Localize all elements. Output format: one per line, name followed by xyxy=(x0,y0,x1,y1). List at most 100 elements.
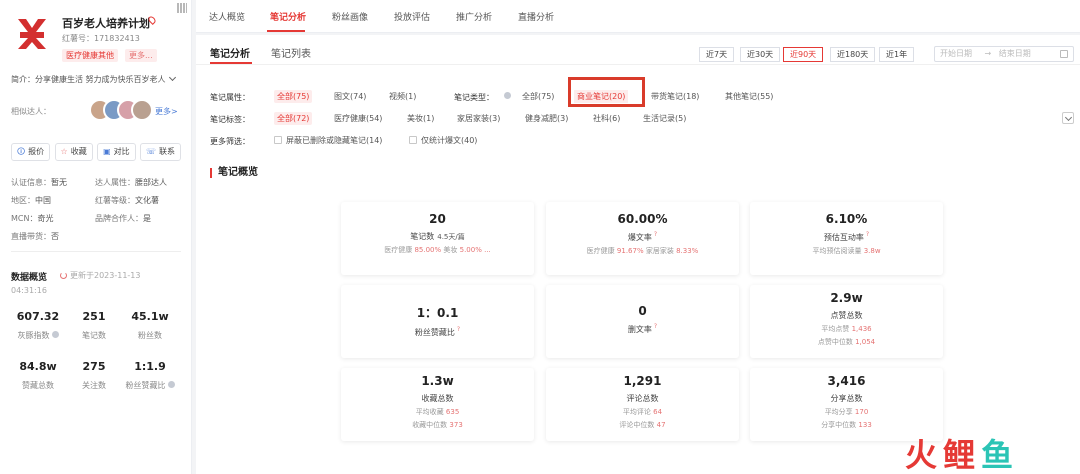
info-attribute: 达人属性：腰部达人 xyxy=(95,178,167,187)
sidebar: 百岁老人培养计划 红薯号：171832413 医疗健康其他 更多... 简介：分… xyxy=(0,0,192,474)
tag-option-health[interactable]: 医疗健康(54) xyxy=(334,112,382,125)
tag-option-beauty[interactable]: 美妆(1) xyxy=(407,112,434,125)
tag-option-life[interactable]: 生活记录(5) xyxy=(643,112,686,125)
attr-option-all[interactable]: 全部(75) xyxy=(274,90,313,103)
red-id: 红薯号：171832413 xyxy=(62,34,140,43)
type-option-goods[interactable]: 带货笔记(18) xyxy=(651,90,699,103)
refresh-icon[interactable] xyxy=(60,272,67,279)
checkbox-icon[interactable] xyxy=(274,136,282,144)
subtab-note-list[interactable]: 笔记列表 xyxy=(271,45,311,60)
qr-code-icon[interactable] xyxy=(177,3,187,13)
tag-option-all[interactable]: 全部(72) xyxy=(274,112,313,125)
checkbox-label: 仅统计爆文(40) xyxy=(421,136,478,145)
date-range-picker[interactable]: 开始日期 → 结束日期 xyxy=(934,46,1074,62)
card-likes: 2.9w 点赞总数 平均点赞 1,436 点赞中位数 1,054 xyxy=(750,285,943,358)
range-90d[interactable]: 近90天 xyxy=(783,47,824,62)
info-live: 直播带货：否 xyxy=(11,232,59,241)
more-similar-link[interactable]: 更多> xyxy=(155,106,178,117)
compare-label: 对比 xyxy=(113,147,130,156)
main-panel: 笔记分析 笔记列表 近7天 近30天 近90天 近180天 近1年 开始日期 →… xyxy=(196,35,1080,474)
range-180d[interactable]: 近180天 xyxy=(830,47,876,62)
compare-button[interactable]: ▣ 对比 xyxy=(97,143,136,161)
subtab-note-analysis[interactable]: 笔记分析 xyxy=(210,45,250,60)
start-date-input[interactable]: 开始日期 xyxy=(940,49,972,58)
range-1y[interactable]: 近1年 xyxy=(879,47,915,62)
help-icon[interactable]: ? xyxy=(457,326,460,333)
star-icon: ☆ xyxy=(60,147,68,156)
stat-following: 275 关注数 xyxy=(82,360,106,390)
tab-delivery-eval[interactable]: 投放评估 xyxy=(394,10,430,23)
tag-option-fitness[interactable]: 健身减肥(3) xyxy=(525,112,568,125)
checkbox-icon[interactable] xyxy=(409,136,417,144)
divider xyxy=(11,251,181,252)
compare-icon: ▣ xyxy=(103,147,111,156)
card-fan-ratio: 1：0.1 粉丝赞藏比? xyxy=(341,285,534,358)
stat-notes: 251 笔记数 xyxy=(82,310,106,340)
action-buttons: 🛈 报价 ☆ 收藏 ▣ 对比 ☏ 联系 xyxy=(11,143,181,161)
expand-filters-button[interactable] xyxy=(1062,112,1074,124)
range-7d[interactable]: 近7天 xyxy=(699,47,735,62)
help-icon[interactable] xyxy=(51,331,59,338)
card-favorites: 1.3w 收藏总数 平均收藏 635 收藏中位数 373 xyxy=(341,368,534,441)
filter-more-label: 更多筛选： xyxy=(210,137,250,146)
profile-intro[interactable]: 简介：分享健康生活 努力成为快乐百岁老人 xyxy=(11,73,176,85)
quote-label: 报价 xyxy=(28,147,45,156)
stat-fans: 45.1w 粉丝数 xyxy=(131,310,169,340)
favorite-button[interactable]: ☆ 收藏 xyxy=(54,143,93,161)
info-certification: 认证信息：暂无 xyxy=(11,178,67,187)
calendar-icon xyxy=(1060,50,1068,58)
tag-option-home[interactable]: 家居家装(3) xyxy=(457,112,500,125)
card-comments: 1,291 评论总数 平均评论 64 评论中位数 47 xyxy=(546,368,739,441)
card-delete-rate: 0 删文率? xyxy=(546,285,739,358)
contact-button[interactable]: ☏ 联系 xyxy=(139,143,181,161)
card-note-count: 20 笔记数 4.5天/篇 医疗健康 85.00% 美妆 5.00% ... xyxy=(341,202,534,275)
info-region: 地区：中国 xyxy=(11,196,51,205)
section-title: 笔记概览 xyxy=(210,168,258,178)
tab-note-analysis[interactable]: 笔记分析 xyxy=(270,10,306,23)
info-mcn: MCN：奇光 xyxy=(11,214,54,223)
range-30d[interactable]: 近30天 xyxy=(740,47,781,62)
info-brand-partner: 品牌合作人：是 xyxy=(95,214,151,223)
watermark-logo: 火鲤鱼 xyxy=(905,436,1020,474)
info-icon: 🛈 xyxy=(17,147,26,156)
end-date-input[interactable]: 结束日期 xyxy=(999,49,1031,58)
help-icon[interactable]: ? xyxy=(866,231,869,238)
type-option-other[interactable]: 其他笔记(55) xyxy=(725,90,773,103)
profile-name: 百岁老人培养计划 xyxy=(62,17,150,30)
help-icon[interactable] xyxy=(167,381,175,388)
tab-overview[interactable]: 达人概览 xyxy=(209,10,245,23)
stat-likes-favs: 84.8w 赞藏总数 xyxy=(19,360,57,390)
contact-label: 联系 xyxy=(159,147,175,156)
similar-label: 相似达人： xyxy=(11,107,51,116)
quote-button[interactable]: 🛈 报价 xyxy=(11,143,51,161)
filter-attr-label: 笔记属性： xyxy=(210,93,250,102)
tag-option-social[interactable]: 社科(6) xyxy=(593,112,620,125)
tab-fans-profile[interactable]: 粉丝画像 xyxy=(332,10,368,23)
top-tabs: 达人概览 笔记分析 粉丝画像 投放评估 推广分析 直播分析 xyxy=(196,0,1080,33)
update-time[interactable]: 更新于2023-11-13 xyxy=(60,270,141,281)
checkbox-hide-deleted[interactable]: 屏蔽已删除或隐藏笔记(14) xyxy=(274,134,382,147)
update-clock: 04:31:16 xyxy=(11,286,47,295)
info-level: 红薯等级：文化薯 xyxy=(95,196,159,205)
chevron-down-icon[interactable] xyxy=(168,73,176,82)
category-tag: 医疗健康其他 xyxy=(62,49,118,62)
stat-index: 607.32 灰豚指数 xyxy=(16,310,60,340)
stat-fan-ratio: 1:1.9 粉丝赞藏比 xyxy=(120,360,180,391)
checkbox-viral-only[interactable]: 仅统计爆文(40) xyxy=(409,134,477,147)
help-icon[interactable]: ? xyxy=(654,231,657,238)
help-icon[interactable]: ? xyxy=(654,323,657,330)
tab-promotion[interactable]: 推广分析 xyxy=(456,10,492,23)
intro-text: 简介：分享健康生活 努力成为快乐百岁老人 xyxy=(11,75,166,84)
avatar[interactable] xyxy=(131,99,153,121)
card-interaction-rate: 6.10% 预估互动率? 平均预估阅读量 3.8w xyxy=(750,202,943,275)
card-viral-rate: 60.00% 爆文率? 医疗健康 91.67% 家居家装 8.33% xyxy=(546,202,739,275)
attr-option-video[interactable]: 视频(1) xyxy=(389,90,416,103)
attr-option-image[interactable]: 图文(74) xyxy=(334,90,366,103)
active-tab-indicator xyxy=(267,30,305,32)
more-tags-button[interactable]: 更多... xyxy=(125,49,157,62)
tab-live[interactable]: 直播分析 xyxy=(518,10,554,23)
arrow-icon: → xyxy=(984,49,992,58)
type-option-all[interactable]: 全部(75) xyxy=(522,90,554,103)
divider xyxy=(196,64,1080,65)
help-icon[interactable] xyxy=(504,92,511,99)
